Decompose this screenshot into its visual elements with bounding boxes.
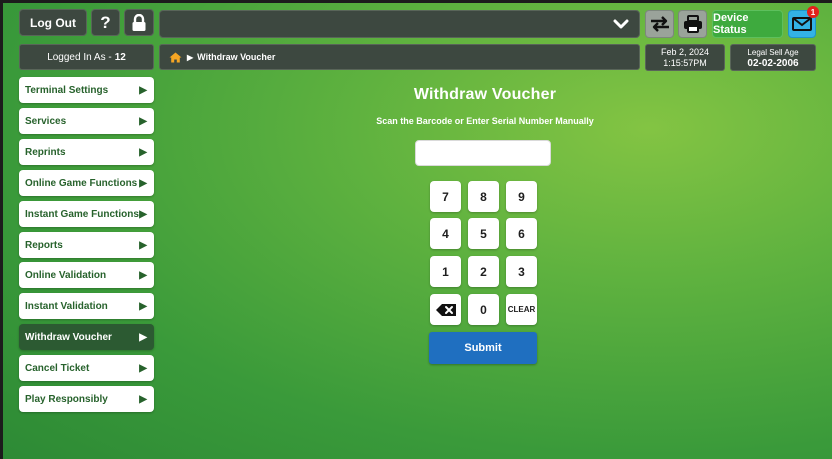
keypad-key-0[interactable]: 0 [468,294,499,325]
sidebar-item-reprints[interactable]: Reprints ▶ [19,139,154,165]
play-arrow-icon: ▶ [139,115,147,127]
logged-in-indicator: Logged In As - 12 [19,44,154,70]
keypad-key-1[interactable]: 1 [430,256,461,287]
lock-icon [132,13,146,31]
transfer-arrows-icon [650,16,669,32]
sidebar-item-label: Terminal Settings [25,84,109,96]
logout-button[interactable]: Log Out [19,9,87,36]
game-select-dropdown[interactable] [159,10,640,38]
datetime-display: Feb 2, 2024 1:15:57PM [645,44,725,71]
sidebar-item-instant-game-functions[interactable]: Instant Game Functions ▶ [19,201,154,227]
sidebar-item-instant-validation[interactable]: Instant Validation ▶ [19,293,154,319]
play-arrow-icon: ▶ [139,146,147,158]
legal-age-value: 02-02-2006 [747,57,799,69]
sidebar-item-play-responsibly[interactable]: Play Responsibly ▶ [19,386,154,412]
sidebar-item-reports[interactable]: Reports ▶ [19,232,154,258]
notification-badge: 1 [807,6,819,18]
sidebar-item-label: Services [25,115,67,127]
sidebar-item-services[interactable]: Services ▶ [19,108,154,134]
page-instructions: Scan the Barcode or Enter Serial Number … [376,116,594,126]
play-arrow-icon: ▶ [139,269,147,281]
play-arrow-icon: ▶ [139,300,147,312]
page-title: Withdraw Voucher [413,86,557,103]
breadcrumb-separator-icon: ▶ [187,52,194,62]
chevron-down-icon [613,19,629,28]
mail-icon [792,17,812,31]
lock-button[interactable] [124,9,154,36]
play-arrow-icon: ▶ [139,84,147,96]
legal-sell-age-display: Legal Sell Age 02-02-2006 [730,44,816,71]
breadcrumb: ▶ Withdraw Voucher [159,44,640,70]
sidebar-item-online-validation[interactable]: Online Validation ▶ [19,262,154,288]
sidebar-item-terminal-settings[interactable]: Terminal Settings ▶ [19,77,154,103]
date-text: Feb 2, 2024 [660,46,710,57]
sidebar-item-withdraw-voucher[interactable]: Withdraw Voucher ▶ [19,324,154,350]
keypad-key-9[interactable]: 9 [506,181,537,212]
sidebar-item-label: Withdraw Voucher [25,331,112,343]
breadcrumb-current: Withdraw Voucher [197,52,276,62]
keypad-key-6[interactable]: 6 [506,218,537,249]
logged-in-user: 12 [114,51,126,63]
logged-in-label: Logged In As - [47,51,112,63]
transfer-button[interactable] [645,10,674,38]
sidebar-item-label: Online Validation [25,269,107,281]
sidebar-item-label: Online Game Functions [25,177,138,189]
print-button[interactable] [678,10,707,38]
home-icon[interactable] [169,52,182,63]
serial-number-input[interactable] [415,140,551,166]
play-arrow-icon: ▶ [139,331,147,343]
time-text: 1:15:57PM [663,57,707,68]
keypad-key-5[interactable]: 5 [468,218,499,249]
sidebar-item-label: Reprints [25,146,66,158]
keypad-key-7[interactable]: 7 [430,181,461,212]
printer-icon [683,15,702,33]
device-status-button[interactable]: Device Status [712,10,783,38]
play-arrow-icon: ▶ [139,393,147,405]
keypad-clear-button[interactable]: CLEAR [506,294,537,325]
play-arrow-icon: ▶ [139,362,147,374]
keypad-key-8[interactable]: 8 [468,181,499,212]
play-arrow-icon: ▶ [139,208,147,220]
keypad-key-4[interactable]: 4 [430,218,461,249]
sidebar-item-label: Instant Game Functions [25,208,139,220]
help-button[interactable]: ? [91,9,120,36]
keypad-key-3[interactable]: 3 [506,256,537,287]
sidebar-item-label: Reports [25,239,63,251]
sidebar-item-label: Play Responsibly [25,393,108,405]
legal-age-label: Legal Sell Age [747,47,799,57]
sidebar-item-online-game-functions[interactable]: Online Game Functions ▶ [19,170,154,196]
backspace-icon [435,303,456,316]
submit-button[interactable]: Submit [429,332,537,364]
mail-button[interactable]: 1 [788,6,819,38]
play-arrow-icon: ▶ [139,239,147,251]
sidebar-item-label: Cancel Ticket [25,362,90,374]
sidebar-item-cancel-ticket[interactable]: Cancel Ticket ▶ [19,355,154,381]
play-arrow-icon: ▶ [139,177,147,189]
keypad-backspace-button[interactable] [430,294,461,325]
sidebar-item-label: Instant Validation [25,300,108,312]
keypad-key-2[interactable]: 2 [468,256,499,287]
